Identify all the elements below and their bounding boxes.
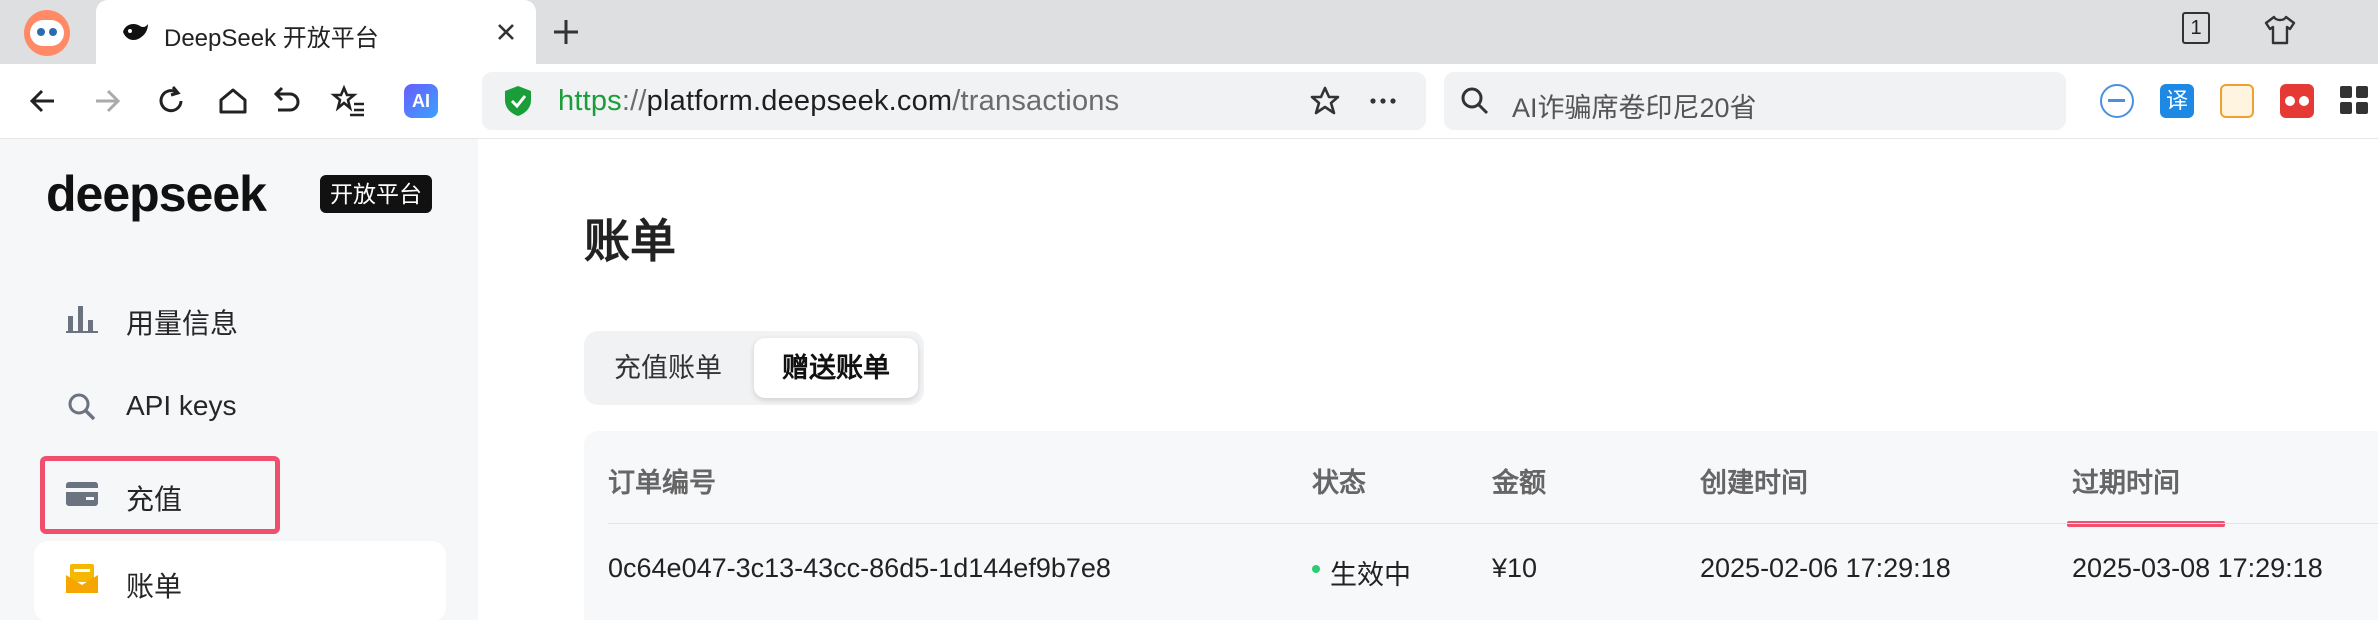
extension-grid-icon[interactable] [2340,84,2370,118]
amount-cell: ¥10 [1492,553,1538,583]
envelope-icon [66,564,98,593]
column-header-amount: 金额 [1492,468,1546,498]
sidebar-item-api-keys[interactable]: API keys [34,370,446,442]
browser-logo-icon[interactable] [24,10,70,56]
bill-tabs: 充值账单 赠送账单 [584,331,924,405]
search-box[interactable]: AI诈骗席卷印尼20省 [1444,72,2066,130]
bar-chart-icon [66,306,98,333]
order-id-cell: 0c64e047-3c13-43cc-86d5-1d144ef9b7e8 [608,553,1111,583]
page-title: 账单 [584,215,676,267]
expires-time-cell: 2025-03-08 17:29:18 [2072,553,2323,583]
extension-minus-icon[interactable] [2100,84,2134,118]
column-header-order-id: 订单编号 [608,468,716,498]
column-header-created: 创建时间 [1700,468,1808,498]
skin-shirt-icon[interactable] [2262,12,2298,48]
bills-table: 订单编号 状态 金额 创建时间 过期时间 0c64e047-3c13-43cc-… [584,431,2378,620]
deepseek-whale-icon [123,24,148,40]
main-content: 账单 充值账单 赠送账单 订单编号 状态 金额 创建时间 过期时间 0c64e0… [478,139,2378,620]
url-path: /transactions [952,85,1120,117]
extension-translate-icon[interactable]: 译 [2160,84,2194,118]
extension-notes-icon[interactable] [2220,84,2254,118]
sidebar-item-label: 账单 [126,571,183,602]
sidebar: deepseek 开放平台 用量信息 API keys 充值 账单 [0,139,478,621]
sidebar-item-usage[interactable]: 用量信息 [34,282,446,354]
secure-shield-icon[interactable] [502,84,534,118]
column-header-expires[interactable]: 过期时间 [2072,461,2180,500]
address-bar[interactable]: https://platform.deepseek.com/transactio… [482,72,1426,130]
bookmark-star-icon[interactable] [1308,84,1342,118]
column-sort-underline [2067,521,2225,527]
favorites-list-icon[interactable] [330,82,368,120]
header-divider [608,523,2378,524]
created-time-cell: 2025-02-06 17:29:18 [1700,553,1951,583]
extension-red-icon[interactable] [2280,84,2314,118]
url-host: platform.deepseek.com [646,85,953,117]
forward-arrow-icon[interactable] [88,82,126,120]
browser-toolbar: AI https://platform.deepseek.com/transac… [0,64,2378,139]
close-icon[interactable] [490,16,522,48]
url-text[interactable]: https://platform.deepseek.com/transactio… [558,85,1119,118]
tab-gift-bills[interactable]: 赠送账单 [754,338,918,398]
search-icon [1461,87,1489,115]
deepseek-logo[interactable]: deepseek [46,165,267,223]
back-arrow-icon[interactable] [24,82,62,120]
undo-icon[interactable] [266,82,304,120]
more-dots-icon[interactable] [1366,84,1400,118]
home-icon[interactable] [214,82,252,120]
tab-recharge-bills[interactable]: 充值账单 [592,338,744,398]
platform-tag: 开放平台 [320,175,432,213]
status-dot-icon [1312,565,1320,573]
url-scheme: https [558,85,622,117]
new-tab-plus-icon[interactable] [548,14,584,50]
sidebar-item-bills[interactable]: 账单 [34,541,446,621]
browser-tab[interactable]: DeepSeek 开放平台 [96,0,536,64]
tab-title: DeepSeek 开放平台 [164,25,379,52]
browser-tab-strip: DeepSeek 开放平台 1 [0,0,2378,64]
ai-assistant-icon[interactable]: AI [404,84,438,118]
column-header-status: 状态 [1312,468,1366,498]
search-input[interactable]: AI诈骗席卷印尼20省 [1512,86,1757,125]
sidebar-item-label: 用量信息 [126,308,239,339]
search-icon [68,393,96,421]
status-badge: 生效中 [1330,560,1411,590]
sidebar-item-label: API keys [126,390,237,421]
tab-count-button[interactable]: 1 [2182,12,2210,44]
reload-icon[interactable] [152,82,190,120]
url-separator: :// [621,85,647,117]
recharge-highlight-box [40,456,280,534]
